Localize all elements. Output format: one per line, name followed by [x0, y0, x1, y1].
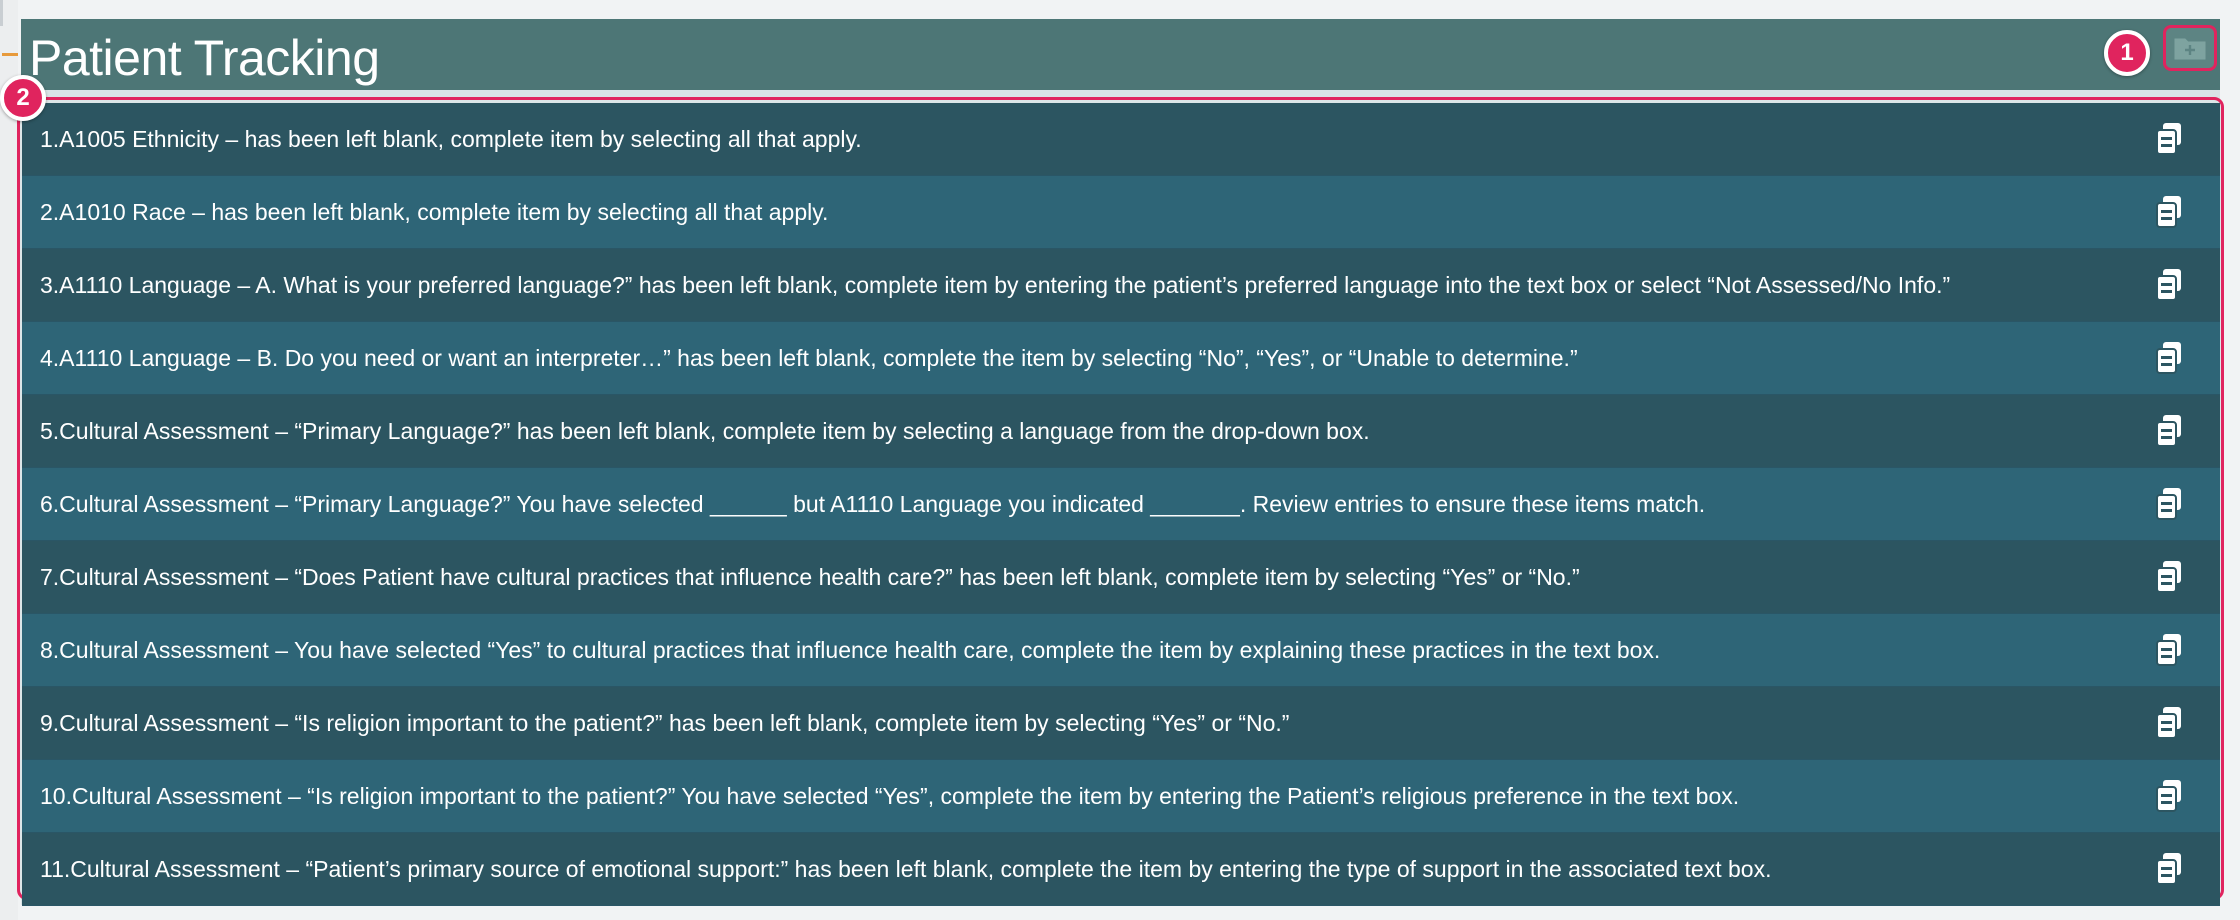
page-title: Patient Tracking	[29, 30, 380, 86]
list-item-text: 9.Cultural Assessment – “Is religion imp…	[40, 710, 1290, 736]
left-gutter	[0, 0, 18, 920]
list-item: 2.A1010 Race – has been left blank, comp…	[22, 176, 2220, 249]
list-item-text: 2.A1010 Race – has been left blank, comp…	[40, 199, 829, 225]
list-item-text: 3.A1110 Language – A. What is your prefe…	[40, 272, 1951, 298]
list-item: 9.Cultural Assessment – “Is religion imp…	[22, 687, 2220, 760]
list-item: 4.A1110 Language – B. Do you need or wan…	[22, 322, 2220, 395]
list-item: 11.Cultural Assessment – “Patient’s prim…	[22, 833, 2220, 906]
copy-icon[interactable]	[2152, 340, 2188, 376]
list-item: 1.A1005 Ethnicity – has been left blank,…	[22, 103, 2220, 176]
list-item: 5.Cultural Assessment – “Primary Languag…	[22, 395, 2220, 468]
panel-header: Patient Tracking	[21, 19, 2220, 90]
copy-icon[interactable]	[2152, 413, 2188, 449]
list-item: 6.Cultural Assessment – “Primary Languag…	[22, 468, 2220, 541]
list-item-text: 5.Cultural Assessment – “Primary Languag…	[40, 418, 1370, 444]
gutter-accent	[2, 53, 18, 56]
list-item-text: 8.Cultural Assessment – You have selecte…	[40, 637, 1661, 663]
list-item: 10.Cultural Assessment – “Is religion im…	[22, 760, 2220, 833]
list-item: 8.Cultural Assessment – You have selecte…	[22, 614, 2220, 687]
list-item-text: 11.Cultural Assessment – “Patient’s prim…	[40, 856, 1772, 882]
copy-icon[interactable]	[2152, 486, 2188, 522]
step-badge-1: 1	[2104, 30, 2150, 76]
list-item-text: 4.A1110 Language – B. Do you need or wan…	[40, 345, 1578, 371]
list-item-text: 7.Cultural Assessment – “Does Patient ha…	[40, 564, 1580, 590]
copy-icon[interactable]	[2152, 121, 2188, 157]
validation-item-list: 1.A1005 Ethnicity – has been left blank,…	[22, 103, 2220, 906]
copy-icon[interactable]	[2152, 194, 2188, 230]
copy-icon[interactable]	[2152, 267, 2188, 303]
copy-icon[interactable]	[2152, 705, 2188, 741]
list-item-text: 1.A1005 Ethnicity – has been left blank,…	[40, 126, 862, 152]
copy-icon[interactable]	[2152, 632, 2188, 668]
list-item: 3.A1110 Language – A. What is your prefe…	[22, 249, 2220, 322]
copy-icon[interactable]	[2152, 778, 2188, 814]
step-badge-2: 2	[0, 75, 46, 121]
gutter-divider	[0, 0, 3, 26]
list-item-text: 6.Cultural Assessment – “Primary Languag…	[40, 491, 1706, 517]
list-item: 7.Cultural Assessment – “Does Patient ha…	[22, 541, 2220, 614]
list-item-text: 10.Cultural Assessment – “Is religion im…	[40, 783, 1740, 809]
copy-icon[interactable]	[2152, 559, 2188, 595]
add-folder-button[interactable]	[2163, 25, 2217, 71]
folder-plus-icon	[2174, 38, 2206, 60]
copy-icon[interactable]	[2152, 851, 2188, 887]
